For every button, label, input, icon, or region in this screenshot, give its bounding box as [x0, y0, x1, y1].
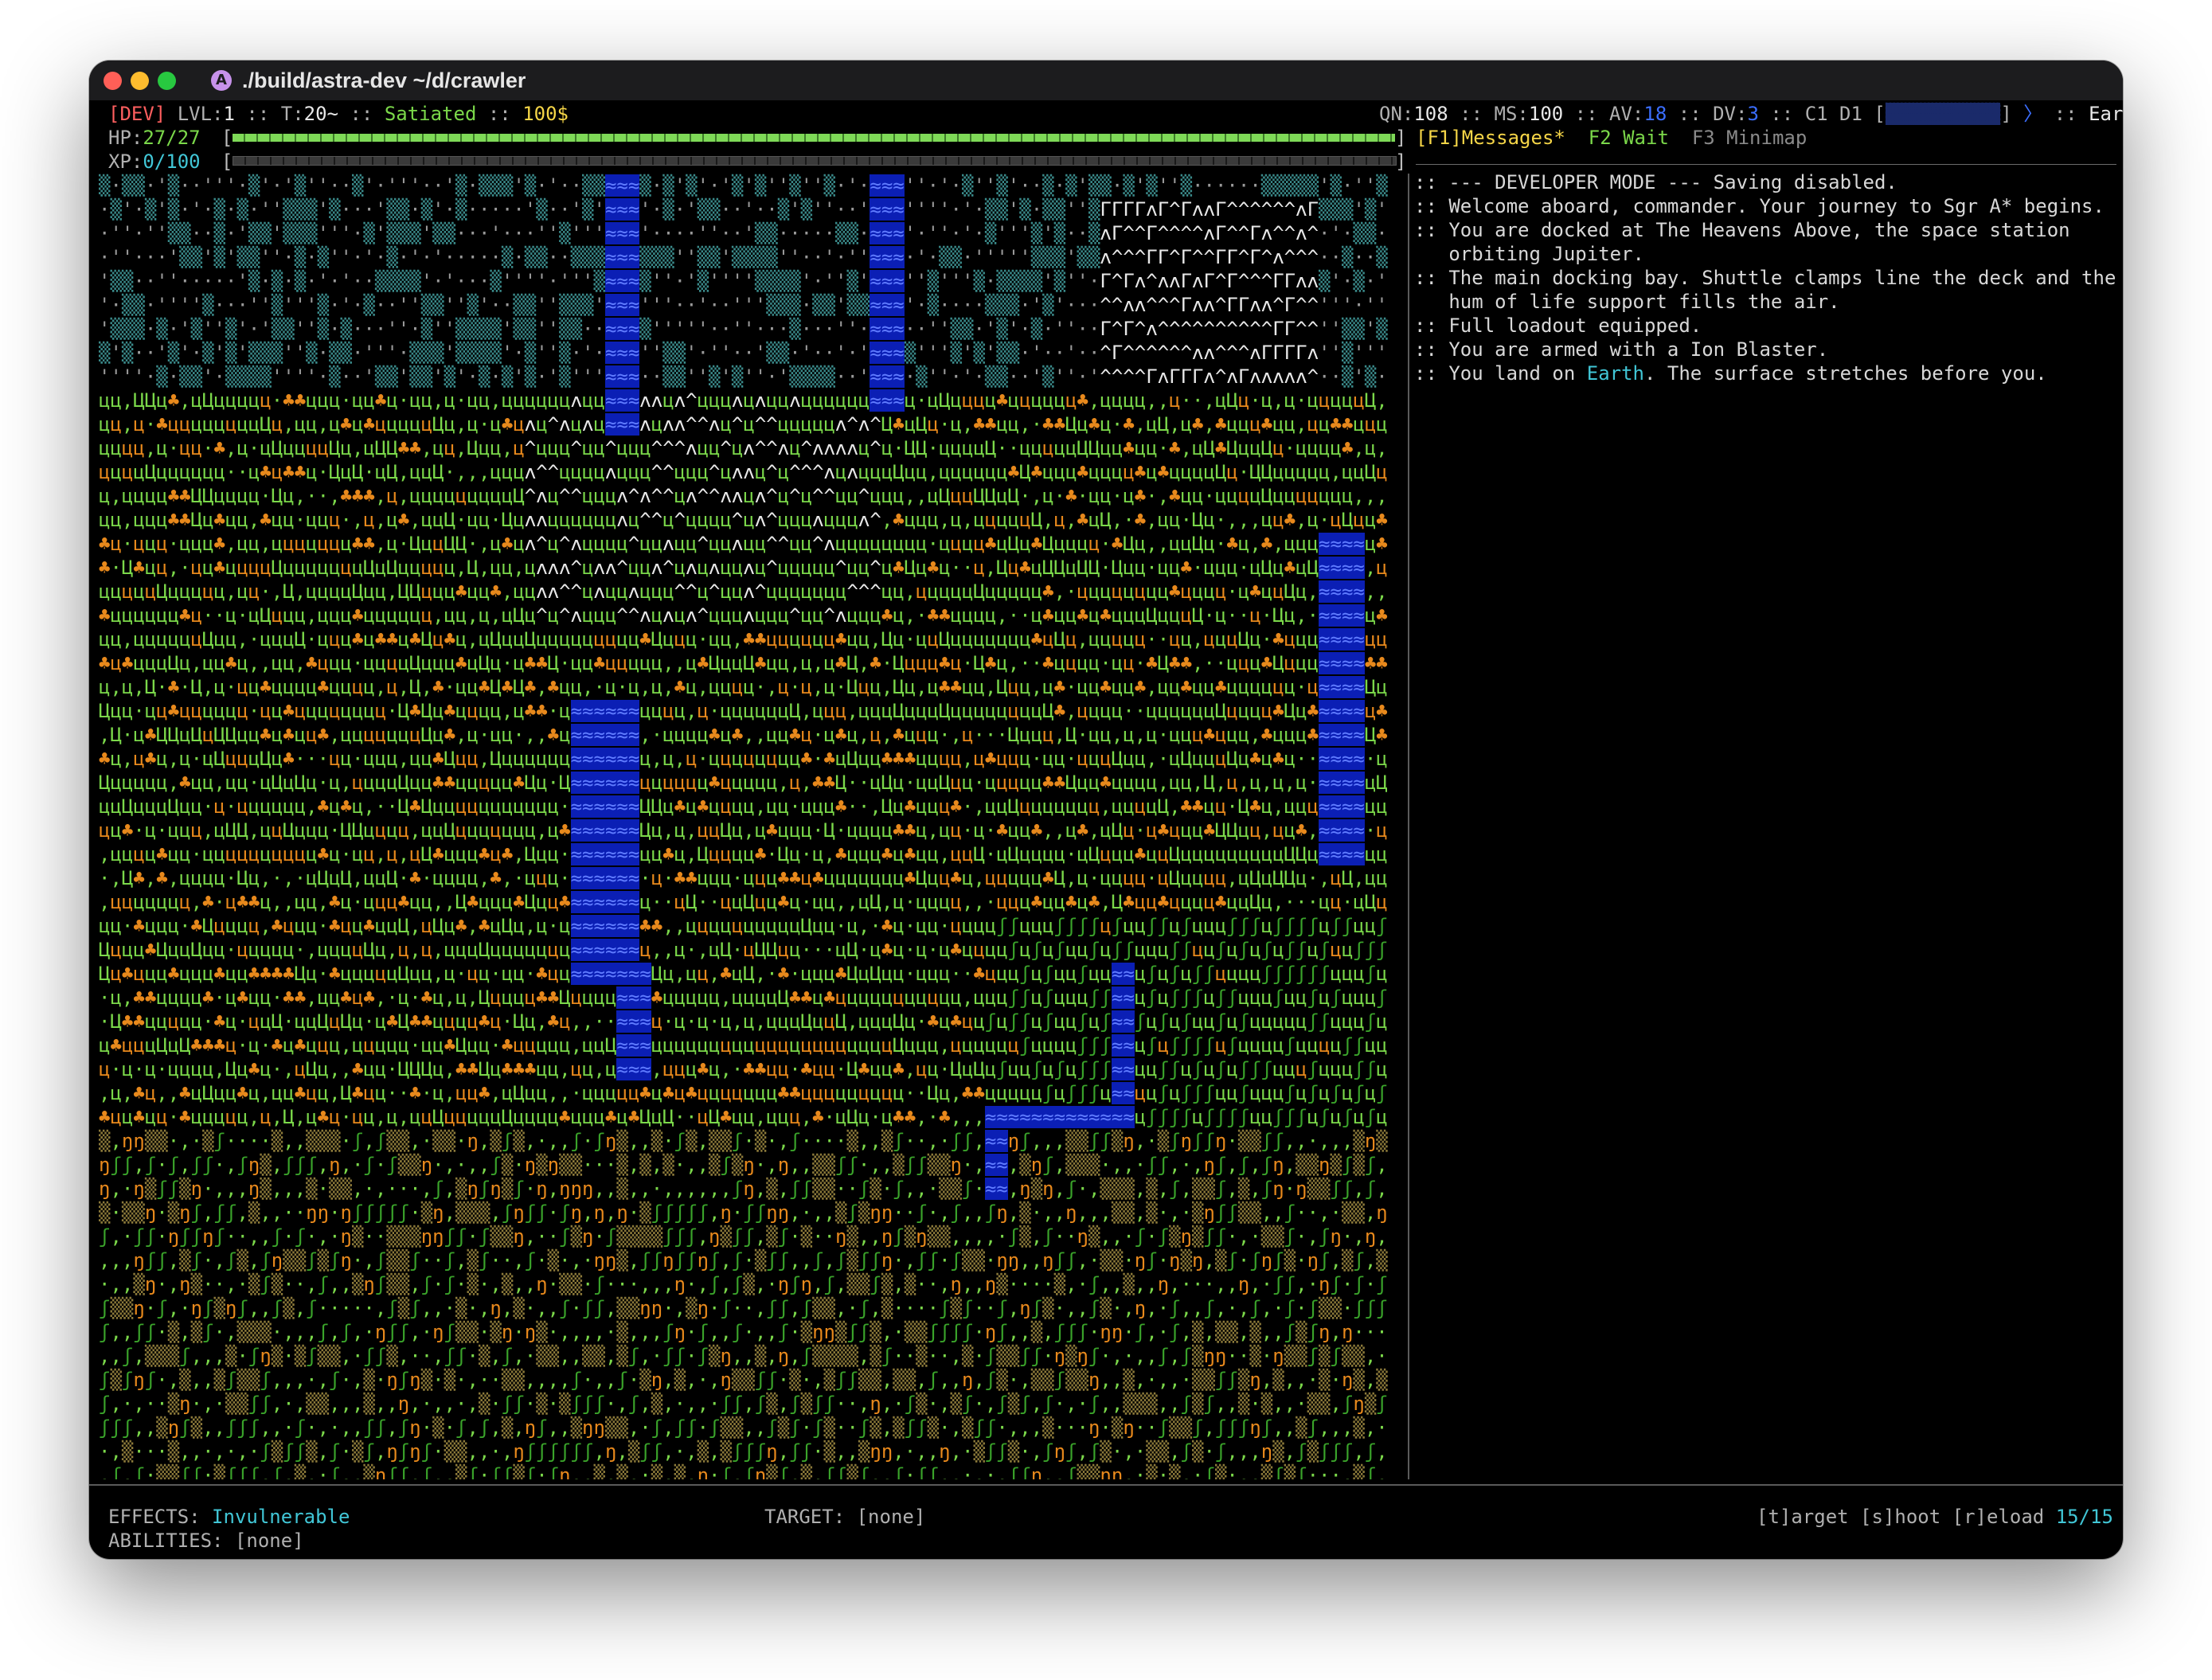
message-line: orbiting Jupiter.	[1414, 243, 1644, 265]
hunger-status: Satiated	[384, 103, 477, 125]
window-title: ./build/astra-dev ~/d/crawler	[242, 68, 526, 92]
xp-bracket-left: [	[221, 150, 233, 173]
xp-bracket-right: ]	[1395, 150, 1407, 173]
cd-value: C1 D1	[1804, 103, 1862, 125]
xp-label: XP:	[108, 150, 143, 173]
money-value: 100$	[522, 103, 569, 125]
message-line: :: Full loadout equipped.	[1414, 315, 1702, 337]
message-line: :: The main docking bay. Shuttle clamps …	[1414, 267, 2116, 289]
message-line: :: You are docked at The Heavens Above, …	[1414, 219, 2070, 241]
location-name: Earth	[2089, 103, 2123, 125]
tab-minimap[interactable]: F3 Minimap	[1692, 127, 1808, 149]
close-button[interactable]	[104, 72, 122, 90]
abilities-label: ABILITIES:	[108, 1530, 224, 1552]
shield-bar: ▒▒▒▒▒▒▒▒▒▒	[1885, 103, 2001, 125]
ms-value: 100	[1528, 103, 1564, 125]
footer-divider	[89, 1484, 2123, 1486]
ms-label: MS:	[1494, 103, 1529, 125]
xp-row: XP:0/100	[108, 150, 201, 174]
abilities-value: [none]	[234, 1530, 304, 1552]
message-line: :: You are armed with a Ion Blaster.	[1414, 338, 1829, 361]
message-line: :: Welcome aboard, commander. Your journ…	[1414, 195, 2105, 217]
hp-bar	[233, 134, 1395, 142]
av-label: AV:	[1609, 103, 1644, 125]
hp-label: HP:	[108, 127, 143, 149]
message-line: hum of life support fills the air.	[1414, 291, 1840, 313]
action-keys[interactable]: [t]arget [s]hoot [r]eload	[1757, 1506, 2044, 1528]
hp-bracket-right: ]	[1395, 127, 1407, 149]
av-value: 18	[1643, 103, 1667, 125]
hp-bracket-left: [	[221, 127, 233, 149]
app-icon: A	[211, 70, 232, 91]
game-screen: [DEV] LVL:1 :: T:20~ :: Satiated :: 100$…	[89, 100, 2123, 1559]
message-line: :: You land on Earth. The surface stretc…	[1414, 362, 2047, 385]
effects-label: EFFECTS:	[108, 1506, 201, 1528]
panel-tabs: [F1]Messages* F2 Wait F3 Minimap	[1416, 126, 1807, 150]
hp-row: HP:27/27	[108, 126, 201, 150]
world-map[interactable]: ▒·▒▒·'▒··'''·▒'·'▒''··▒'·'''··'▒·▒▒▒'▒·'…	[99, 174, 1405, 1479]
title-bar: A ./build/astra-dev ~/d/crawler	[89, 61, 2123, 100]
map-panel-divider	[1408, 174, 1409, 1479]
message-log: :: --- DEVELOPER MODE --- Saving disable…	[1414, 170, 2116, 385]
dv-label: DV:	[1713, 103, 1748, 125]
terminal-window: A ./build/astra-dev ~/d/crawler [DEV] LV…	[89, 61, 2123, 1559]
status-bar-right: QN:108 :: MS:100 :: AV:18 :: DV:3 :: C1 …	[1379, 102, 2123, 126]
dv-value: 3	[1747, 103, 1759, 125]
dev-tag: [DEV]	[108, 103, 166, 125]
target-label: TARGET:	[764, 1506, 846, 1528]
xp-value: 0/100	[143, 150, 201, 173]
xp-bar	[233, 156, 1397, 166]
tab-messages[interactable]: [F1]Messages*	[1416, 127, 1565, 149]
status-bar-left: [DEV] LVL:1 :: T:20~ :: Satiated :: 100$	[108, 103, 569, 125]
ammo-count: 15/15	[2055, 1506, 2113, 1528]
turn-label: T:	[280, 103, 304, 125]
message-line: :: --- DEVELOPER MODE --- Saving disable…	[1414, 171, 1897, 193]
qn-label: QN:	[1379, 103, 1414, 125]
effects-value: Invulnerable	[212, 1506, 350, 1528]
target-value: [none]	[856, 1506, 926, 1528]
maximize-button[interactable]	[158, 72, 176, 90]
minimize-button[interactable]	[131, 72, 149, 90]
tab-wait[interactable]: F2 Wait	[1589, 127, 1669, 149]
messages-separator	[1416, 164, 2116, 165]
turn-value: 20~	[303, 103, 339, 125]
level-label: LVL:	[177, 103, 224, 125]
level-value: 1	[223, 103, 235, 125]
qn-value: 108	[1413, 103, 1448, 125]
hp-value: 27/27	[143, 127, 201, 149]
